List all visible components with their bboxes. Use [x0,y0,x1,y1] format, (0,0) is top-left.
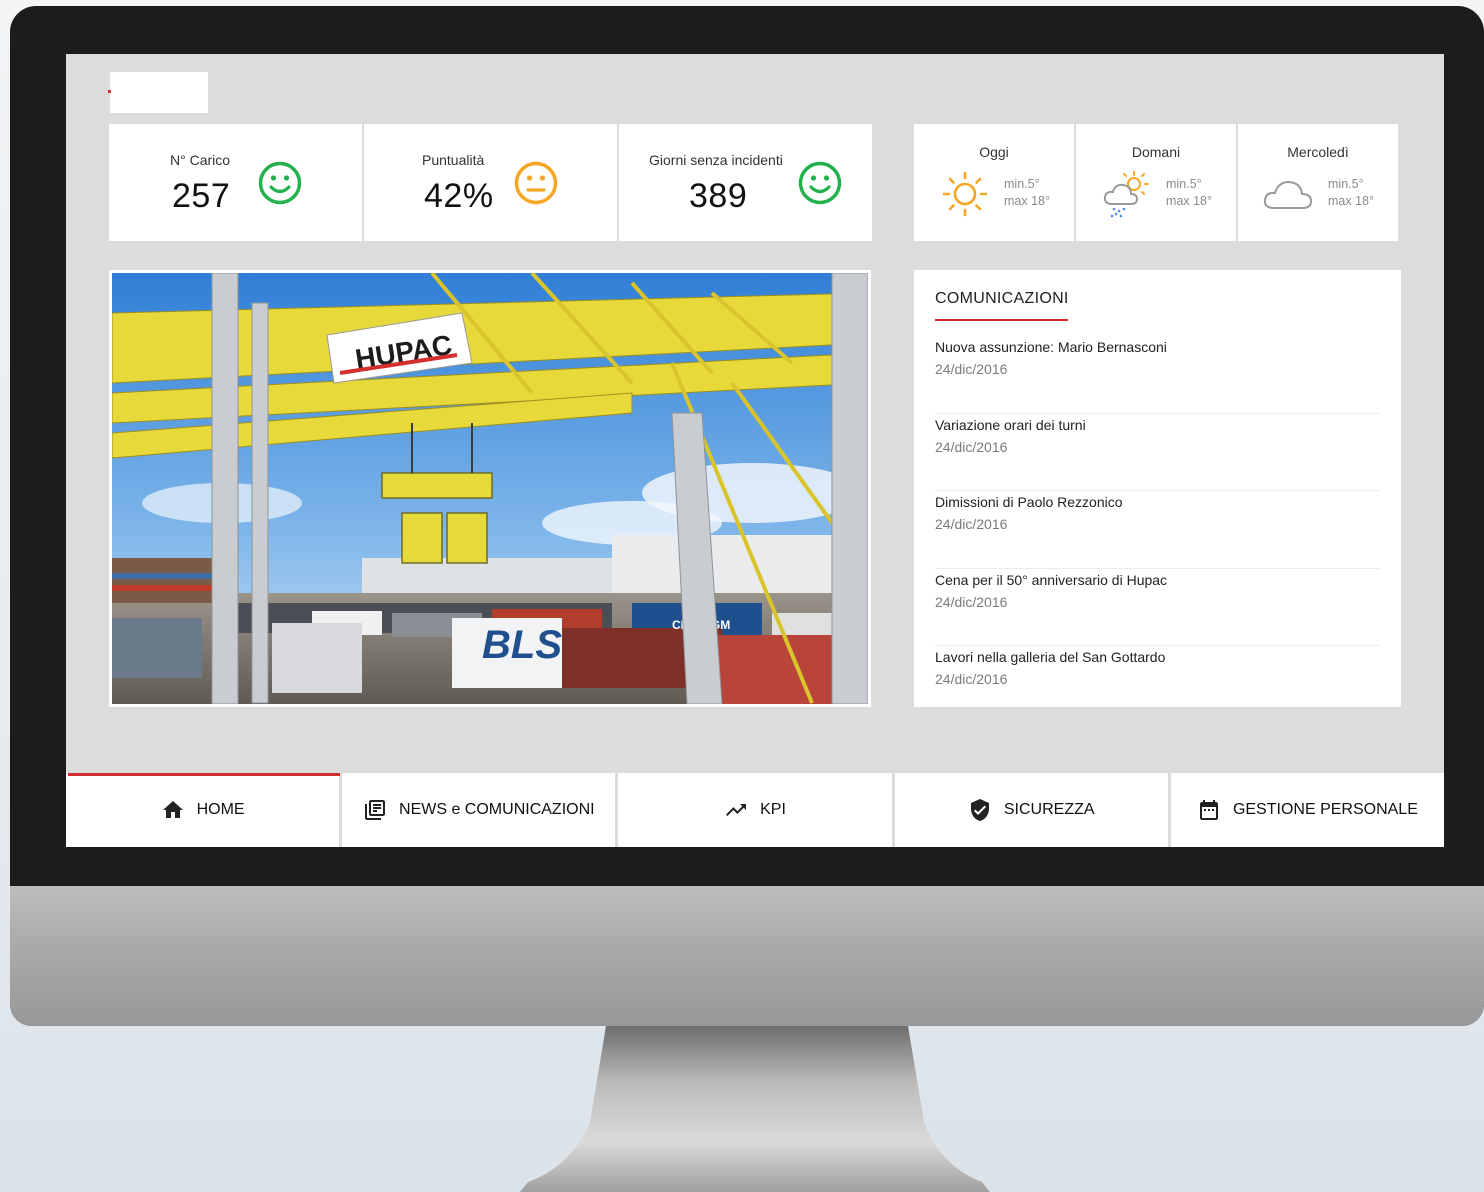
monitor: N° Carico 257 Puntualità 42% Giorni senz… [10,6,1484,1026]
communication-title: Nuova assunzione: Mario Bernasconi [935,339,1167,355]
weather-max: max 18° [1328,194,1374,208]
communication-date: 24/dic/2016 [935,593,1008,610]
weather-day: Oggi [979,144,1009,160]
communication-title: Dimissioni di Paolo Rezzonico [935,494,1123,510]
communication-title: Lavori nella galleria del San Gottardo [935,649,1166,665]
shield-check-icon [970,799,989,821]
nav-item-kpi[interactable]: KPI [618,773,892,847]
list-item[interactable]: Nuova assunzione: Mario Bernasconi 24/di… [935,336,1380,414]
nav-item-label: HOME [196,801,245,818]
communications-panel: COMUNICAZIONI Nuova assunzione: Mario Be… [914,270,1401,707]
hero-image-frame: BLS CMA CGM [109,270,871,707]
kpi-value: 257 [172,177,231,215]
nav-item-label: KPI [760,801,786,818]
nav-item-label: SICUREZZA [1003,801,1095,818]
weather-card-wednesday[interactable]: Mercoledì min.5° max 18° [1238,124,1398,241]
smiley-happy-icon [798,161,842,205]
weather-day: Domani [1131,144,1181,160]
nav-item-gestione-personale[interactable]: GESTIONE PERSONALE [1170,773,1444,847]
monitor-stand [520,1026,990,1192]
nav-item-sicurezza[interactable]: SICUREZZA [894,773,1168,847]
kpi-value: 389 [689,177,748,215]
weather-temps: min.5° max 18° [1166,176,1212,210]
communication-date: 24/dic/2016 [935,438,1008,455]
terminal-photo-illustration: BLS CMA CGM [112,273,868,704]
container-bls-text: BLS [482,623,562,667]
communication-date: 24/dic/2016 [935,361,1008,377]
communication-date: 24/dic/2016 [935,671,1008,687]
home-icon [162,801,183,818]
weather-min: min.5° [1004,177,1040,191]
nav-item-label: GESTIONE PERSONALE [1232,801,1418,818]
sun-rain-cloud-icon [1103,171,1149,218]
weather-min: min.5° [1328,177,1364,191]
kpi-card-puntualita[interactable]: Puntualità 42% [364,124,617,241]
app-screen: N° Carico 257 Puntualità 42% Giorni senz… [66,54,1444,847]
smiley-neutral-icon [514,161,558,205]
weather-min: min.5° [1166,177,1202,191]
communication-title: Cena per il 50° anniversario di Hupac [935,571,1168,588]
sun-icon [942,171,988,217]
kpi-row: N° Carico 257 Puntualità 42% Giorni senz… [109,124,872,241]
kpi-label: Giorni senza incidenti [649,152,783,168]
weather-row: Oggi min.5° max 18° Domani min.5° max 18… [914,124,1398,241]
communication-title: Variazione orari dei turni [935,416,1086,433]
cloud-icon [1263,180,1313,209]
kpi-card-carico[interactable]: N° Carico 257 [109,124,362,241]
nav-item-news[interactable]: NEWS e COMUNICAZIONI [342,773,616,847]
trending-up-icon [726,804,747,816]
list-item[interactable]: Dimissioni di Paolo Rezzonico 24/dic/201… [935,491,1380,569]
communications-list: Nuova assunzione: Mario Bernasconi 24/di… [935,336,1380,724]
list-item[interactable]: Cena per il 50° anniversario di Hupac 24… [935,569,1380,646]
list-item[interactable]: Lavori nella galleria del San Gottardo 2… [935,646,1380,724]
weather-day: Mercoledì [1287,144,1349,160]
title-underline [935,319,1068,321]
communication-date: 24/dic/2016 [935,516,1008,532]
smiley-happy-icon [258,161,302,205]
weather-card-tomorrow[interactable]: Domani min.5° max 18° [1076,124,1236,241]
communications-title: COMUNICAZIONI [935,290,1069,307]
logo-mark [108,90,111,93]
nav-item-label: NEWS e COMUNICAZIONI [399,801,595,818]
hero-image: BLS CMA CGM [112,273,868,704]
news-icon [365,800,386,820]
kpi-value: 42% [424,177,494,215]
calendar-icon [1199,800,1218,820]
bottom-nav: HOME NEWS e COMUNICAZIONI KPI SICUREZZA … [66,773,1444,847]
monitor-chin [10,886,1484,1026]
weather-card-today[interactable]: Oggi min.5° max 18° [914,124,1074,241]
list-item[interactable]: Variazione orari dei turni 24/dic/2016 [935,414,1380,491]
kpi-card-incidenti[interactable]: Giorni senza incidenti 389 [619,124,872,241]
weather-temps: min.5° max 18° [1328,176,1374,210]
weather-max: max 18° [1004,194,1050,208]
logo[interactable] [110,72,208,113]
weather-temps: min.5° max 18° [1004,176,1050,210]
nav-item-home[interactable]: HOME [66,773,341,847]
weather-max: max 18° [1166,194,1212,208]
